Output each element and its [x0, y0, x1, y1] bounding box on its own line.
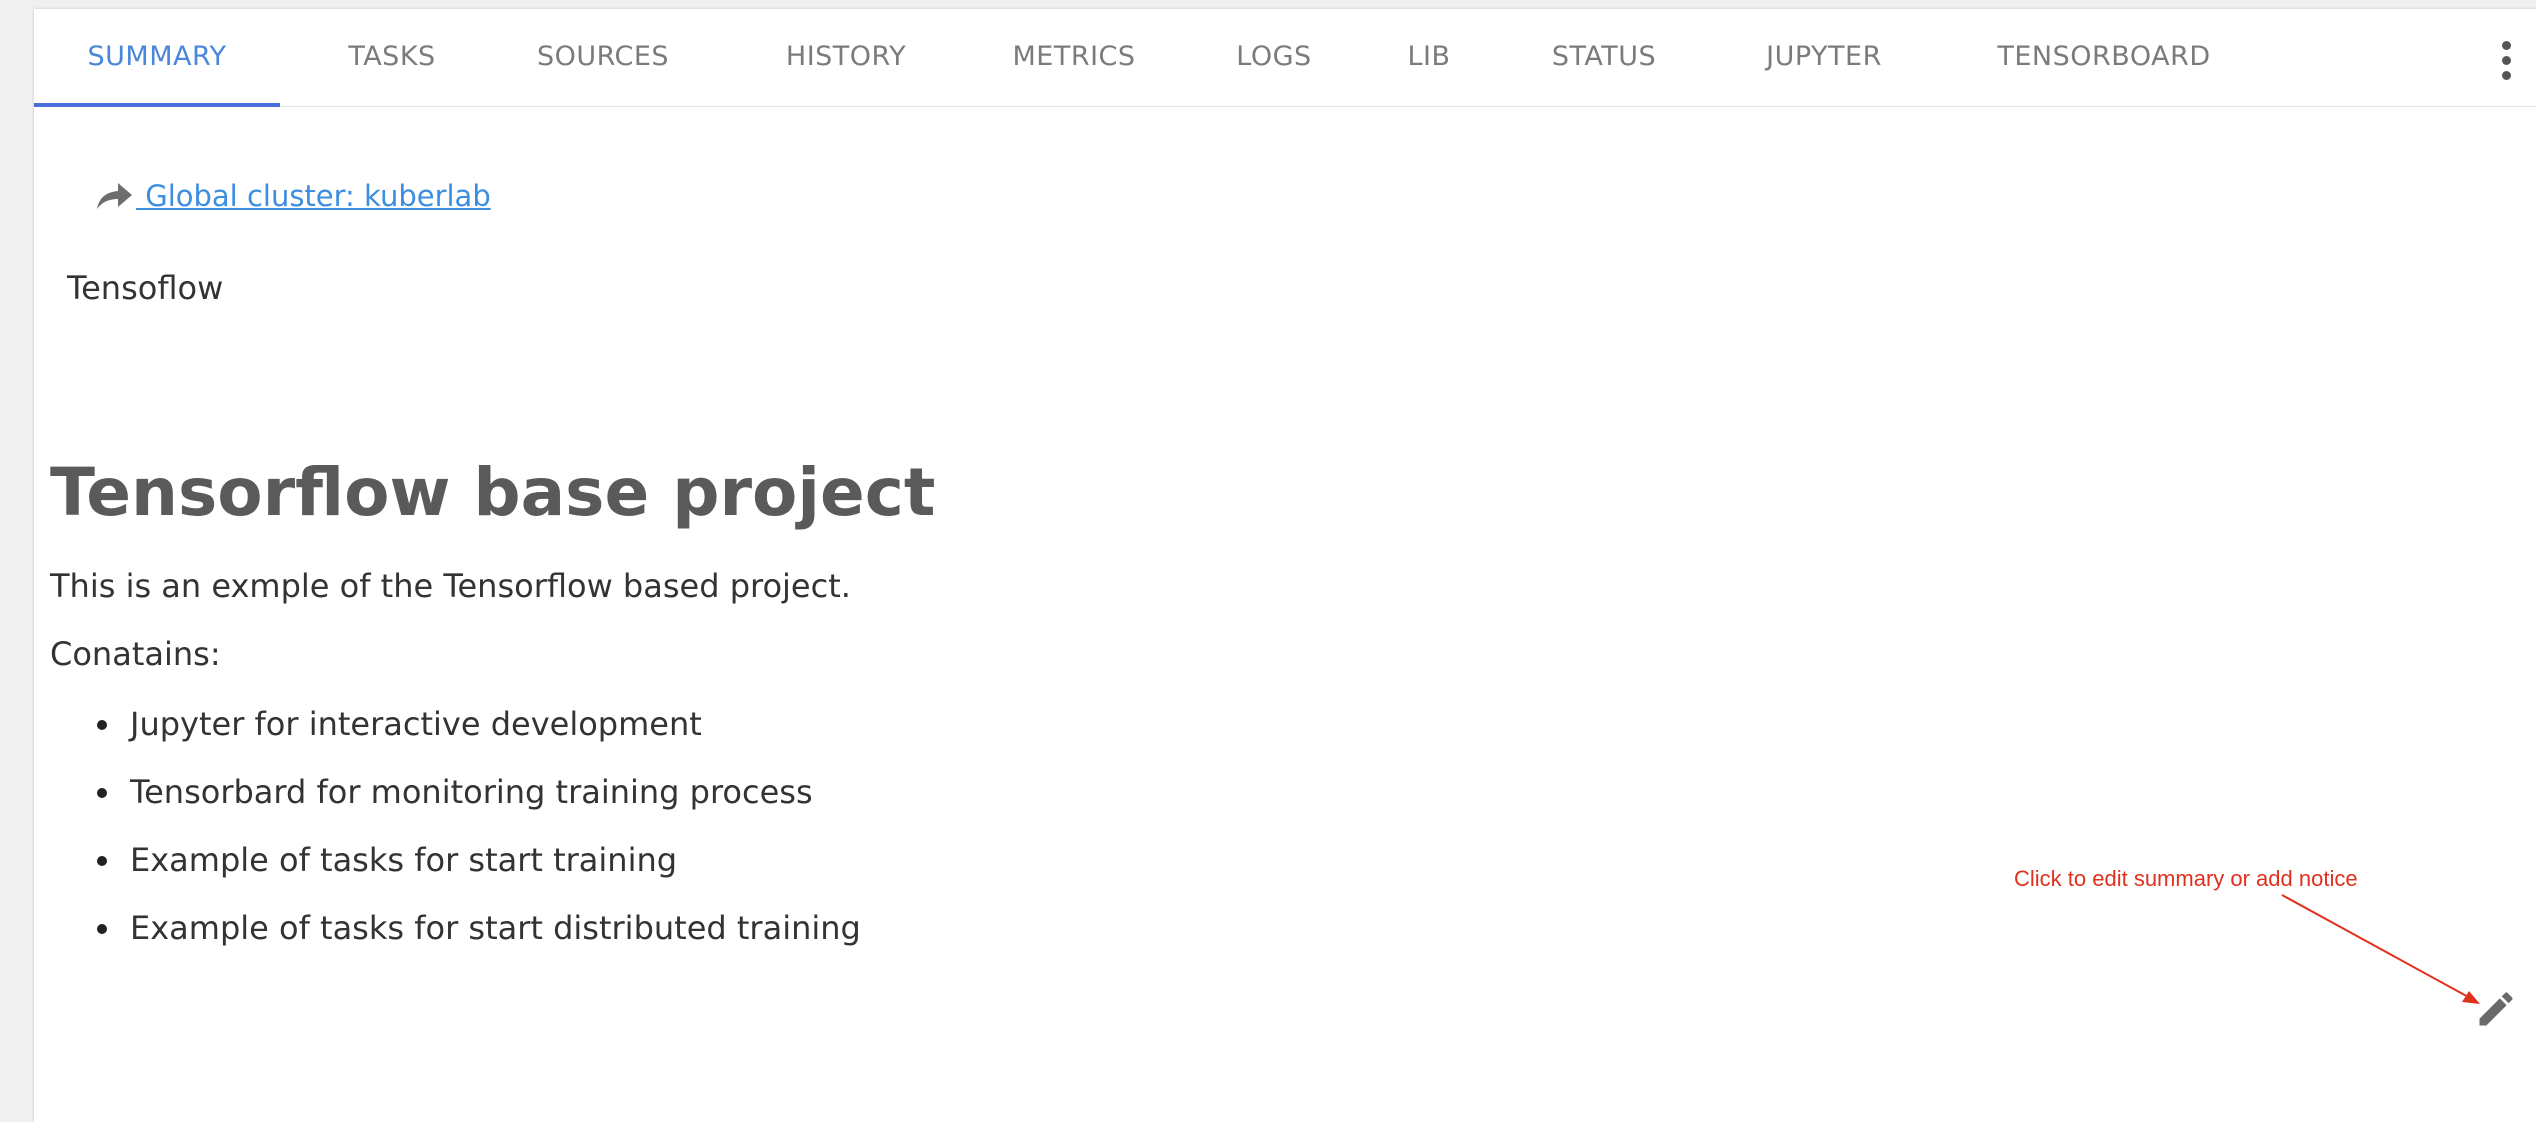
- list-item: Tensorbard for monitoring training proce…: [50, 767, 861, 835]
- summary-list: Jupyter for interactive development Tens…: [50, 699, 861, 971]
- more-options-button[interactable]: [2498, 41, 2514, 81]
- tab-metrics[interactable]: METRICS: [964, 9, 1184, 106]
- tab-sources[interactable]: SOURCES: [508, 9, 698, 106]
- edit-hint-annotation: Click to edit summary or add notice: [2014, 866, 2358, 891]
- summary-contains-label: Conatains:: [50, 635, 221, 673]
- tab-summary[interactable]: SUMMARY: [34, 9, 280, 106]
- list-item: Jupyter for interactive development: [50, 699, 861, 767]
- tab-status[interactable]: STATUS: [1494, 9, 1714, 106]
- summary-panel: SUMMARY TASKS SOURCES HISTORY METRICS LO…: [34, 9, 2536, 1122]
- vertical-dots-icon: [2502, 41, 2511, 50]
- tab-logs[interactable]: LOGS: [1194, 9, 1354, 106]
- tab-jupyter[interactable]: JUPYTER: [1704, 9, 1944, 106]
- tab-tasks[interactable]: TASKS: [312, 9, 472, 106]
- project-subtitle: Tensoflow: [67, 269, 224, 307]
- pencil-icon: [2479, 992, 2513, 1026]
- global-cluster-link-text[interactable]: Global cluster: kuberlab: [136, 179, 491, 213]
- summary-intro: This is an exmple of the Tensorflow base…: [50, 567, 851, 605]
- summary-title: Tensorflow base project: [50, 454, 936, 531]
- vertical-dots-icon-middle: [2502, 56, 2511, 65]
- active-tab-indicator: [34, 103, 280, 107]
- edit-summary-button[interactable]: [2474, 987, 2518, 1031]
- vertical-dots-icon-bottom: [2502, 71, 2511, 80]
- global-cluster-link[interactable]: Global cluster: kuberlab: [96, 174, 491, 218]
- tab-bar: SUMMARY TASKS SOURCES HISTORY METRICS LO…: [34, 9, 2536, 107]
- tab-history[interactable]: HISTORY: [746, 9, 946, 106]
- tab-tensorboard[interactable]: TENSORBOARD: [1934, 9, 2274, 106]
- tab-lib[interactable]: LIB: [1364, 9, 1494, 106]
- list-item: Example of tasks for start distributed t…: [50, 903, 861, 971]
- list-item: Example of tasks for start training: [50, 835, 861, 903]
- share-arrow-icon: [96, 181, 134, 211]
